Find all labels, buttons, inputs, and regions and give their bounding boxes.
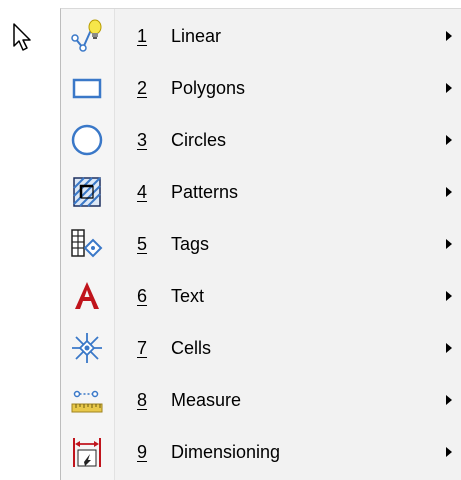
submenu-arrow-icon bbox=[446, 447, 452, 457]
menu-item-label: Text bbox=[171, 285, 205, 306]
menu-item-cells[interactable]: 7 Cells bbox=[61, 323, 461, 373]
text-a-icon bbox=[67, 276, 107, 316]
submenu-arrow-icon bbox=[446, 83, 452, 93]
submenu-arrow-icon bbox=[446, 187, 452, 197]
menu-item-number: 3 bbox=[137, 129, 148, 150]
cells-spark-icon bbox=[67, 328, 107, 368]
menu-item-number: 5 bbox=[137, 233, 148, 254]
menu-item-number: 8 bbox=[137, 389, 148, 410]
circle-icon bbox=[67, 120, 107, 160]
menu-item-linear[interactable]: 1 Linear bbox=[61, 11, 461, 61]
menu-item-number: 1 bbox=[137, 25, 148, 46]
linear-bulb-icon bbox=[67, 16, 107, 56]
menu-item-label: Patterns bbox=[171, 181, 239, 202]
menu-item-dimensioning[interactable]: 9 Dimensioning bbox=[61, 427, 461, 477]
submenu-arrow-icon bbox=[446, 395, 452, 405]
menu-item-label: Linear bbox=[171, 25, 222, 46]
menu-item-number: 6 bbox=[137, 285, 148, 306]
menu-item-circles[interactable]: 3 Circles bbox=[61, 115, 461, 165]
menu-item-label: Tags bbox=[171, 233, 210, 254]
rectangle-icon bbox=[67, 68, 107, 108]
menu-item-text[interactable]: 6 Text bbox=[61, 271, 461, 321]
submenu-arrow-icon bbox=[446, 239, 452, 249]
menu-item-label: Measure bbox=[171, 389, 242, 410]
tag-icon bbox=[67, 224, 107, 264]
menu-item-number: 2 bbox=[137, 77, 148, 98]
dimensioning-icon bbox=[67, 432, 107, 472]
mouse-pointer-icon bbox=[12, 22, 36, 54]
submenu-arrow-icon bbox=[446, 135, 452, 145]
context-menu: 1 Linear 2 Polygons 3 Circles 4 Patterns… bbox=[60, 8, 461, 480]
menu-item-measure[interactable]: 8 Measure bbox=[61, 375, 461, 425]
menu-item-number: 7 bbox=[137, 337, 148, 358]
submenu-arrow-icon bbox=[446, 291, 452, 301]
measure-ruler-icon bbox=[67, 380, 107, 420]
menu-item-number: 4 bbox=[137, 181, 148, 202]
menu-item-label: Polygons bbox=[171, 77, 246, 98]
menu-item-label: Cells bbox=[171, 337, 212, 358]
menu-item-label: Circles bbox=[171, 129, 227, 150]
menu-item-polygons[interactable]: 2 Polygons bbox=[61, 63, 461, 113]
submenu-arrow-icon bbox=[446, 31, 452, 41]
submenu-arrow-icon bbox=[446, 343, 452, 353]
menu-item-patterns[interactable]: 4 Patterns bbox=[61, 167, 461, 217]
menu-item-label: Dimensioning bbox=[171, 441, 281, 462]
hatch-pattern-icon bbox=[67, 172, 107, 212]
menu-item-tags[interactable]: 5 Tags bbox=[61, 219, 461, 269]
menu-item-number: 9 bbox=[137, 441, 148, 462]
